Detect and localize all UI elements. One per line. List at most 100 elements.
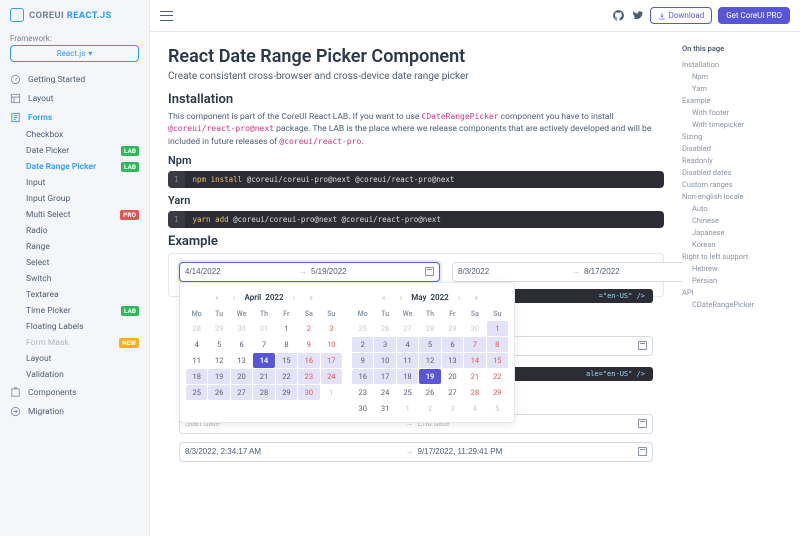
toc-link[interactable]: Installation xyxy=(682,58,792,70)
prev-year-button[interactable]: « xyxy=(210,291,223,304)
calendar-day[interactable]: 21 xyxy=(253,369,274,384)
sidebar-item-multi-select[interactable]: Multi SelectPRO xyxy=(26,207,149,223)
end-datetime-input[interactable] xyxy=(418,447,635,456)
sidebar-item-getting-started[interactable]: Getting Started xyxy=(0,70,149,89)
sidebar-item-validation[interactable]: Validation xyxy=(26,367,149,383)
next-year-button[interactable]: » xyxy=(470,291,483,304)
calendar-day[interactable]: 27 xyxy=(231,385,252,400)
calendar-day[interactable]: 30 xyxy=(298,385,319,400)
calendar-day[interactable]: 28 xyxy=(464,385,485,400)
calendar-day[interactable]: 5 xyxy=(419,337,440,352)
calendar-day[interactable]: 29 xyxy=(487,385,508,400)
calendar-day[interactable]: 29 xyxy=(442,321,463,336)
calendar-day[interactable]: 1 xyxy=(487,321,508,336)
toc-link[interactable]: API xyxy=(682,286,792,298)
calendar-day[interactable]: 22 xyxy=(276,369,297,384)
prev-month-button[interactable]: ‹ xyxy=(394,291,407,304)
calendar-day[interactable]: 26 xyxy=(208,385,229,400)
calendar-day[interactable]: 8 xyxy=(276,337,297,352)
calendar-day[interactable]: 12 xyxy=(208,353,229,368)
download-button[interactable]: Download xyxy=(650,7,713,24)
calendar-day[interactable]: 9 xyxy=(298,337,319,352)
calendar-day[interactable]: 4 xyxy=(464,401,485,416)
calendar-day[interactable]: 30 xyxy=(231,321,252,336)
calendar-day[interactable]: 26 xyxy=(374,321,395,336)
toc-link[interactable]: Npm xyxy=(682,70,792,82)
prev-month-button[interactable]: ‹ xyxy=(227,291,240,304)
sidebar-item-input[interactable]: Input xyxy=(26,175,149,191)
toc-link[interactable]: Non-english locale xyxy=(682,190,792,202)
calendar-day[interactable]: 24 xyxy=(321,369,342,384)
calendar-day[interactable]: 27 xyxy=(442,385,463,400)
year-label[interactable]: 2022 xyxy=(430,293,448,302)
calendar-day[interactable]: 14 xyxy=(464,353,485,368)
toc-link[interactable]: Yarn xyxy=(682,82,792,94)
sidebar-item-range[interactable]: Range xyxy=(26,239,149,255)
calendar-icon[interactable] xyxy=(425,267,434,276)
calendar-day[interactable]: 7 xyxy=(253,337,274,352)
calendar-day[interactable]: 31 xyxy=(253,321,274,336)
calendar-day[interactable]: 26 xyxy=(419,385,440,400)
toc-link[interactable]: Auto xyxy=(682,202,792,214)
calendar-day[interactable]: 31 xyxy=(374,401,395,416)
calendar-day[interactable]: 2 xyxy=(298,321,319,336)
toc-link[interactable]: CDateRangePicker xyxy=(682,298,792,310)
calendar-day[interactable]: 10 xyxy=(321,337,342,352)
calendar-day[interactable]: 6 xyxy=(442,337,463,352)
framework-select[interactable]: React.js ▾ xyxy=(10,45,139,62)
calendar-day[interactable]: 27 xyxy=(397,321,418,336)
calendar-day[interactable]: 15 xyxy=(487,353,508,368)
toc-link[interactable]: Persian xyxy=(682,274,792,286)
toc-link[interactable]: Korean xyxy=(682,238,792,250)
calendar-day[interactable]: 11 xyxy=(397,353,418,368)
start-date-input[interactable] xyxy=(458,267,568,276)
calendar-day[interactable]: 29 xyxy=(208,321,229,336)
end-date-input[interactable] xyxy=(584,267,682,276)
calendar-day[interactable]: 2 xyxy=(419,401,440,416)
calendar-day[interactable]: 20 xyxy=(231,369,252,384)
calendar-day[interactable]: 4 xyxy=(397,337,418,352)
calendar-day[interactable]: 18 xyxy=(186,369,207,384)
calendar-day[interactable]: 23 xyxy=(352,385,373,400)
month-label[interactable]: May xyxy=(411,293,426,302)
calendar-day[interactable]: 30 xyxy=(464,321,485,336)
next-year-button[interactable]: » xyxy=(305,291,318,304)
calendar-day[interactable]: 28 xyxy=(186,321,207,336)
sidebar-item-form-mask[interactable]: Form MaskNEW xyxy=(26,335,149,351)
calendar-day[interactable]: 24 xyxy=(374,385,395,400)
logo[interactable]: COREUI REACT.JS xyxy=(0,0,149,30)
calendar-day[interactable]: 5 xyxy=(487,401,508,416)
prev-year-button[interactable]: « xyxy=(377,291,390,304)
calendar-day[interactable]: 17 xyxy=(374,369,395,384)
sidebar-item-date-picker[interactable]: Date PickerLAB xyxy=(26,143,149,159)
toc-link[interactable]: Custom ranges xyxy=(682,178,792,190)
toc-link[interactable]: Disabled dates xyxy=(682,166,792,178)
calendar-day[interactable]: 19 xyxy=(419,369,440,384)
yarn-code-block[interactable]: 1 yarn add @coreui/coreui-pro@next @core… xyxy=(168,211,664,228)
calendar-day[interactable]: 1 xyxy=(276,321,297,336)
calendar-day[interactable]: 9 xyxy=(352,353,373,368)
calendar-day[interactable]: 17 xyxy=(321,353,342,368)
sidebar-item-time-picker[interactable]: Time PickerLAB xyxy=(26,303,149,319)
menu-toggle-button[interactable] xyxy=(160,11,173,21)
toc-link[interactable]: Sizing xyxy=(682,130,792,142)
calendar-day[interactable]: 13 xyxy=(231,353,252,368)
toc-link[interactable]: Hebrew xyxy=(682,262,792,274)
calendar-day[interactable]: 21 xyxy=(464,369,485,384)
toc-link[interactable]: Disabled xyxy=(682,142,792,154)
sidebar-item-layout[interactable]: Layout xyxy=(26,351,149,367)
calendar-day[interactable]: 15 xyxy=(276,353,297,368)
calendar-day[interactable]: 11 xyxy=(186,353,207,368)
calendar-day[interactable]: 3 xyxy=(374,337,395,352)
calendar-day[interactable]: 8 xyxy=(487,337,508,352)
sidebar-item-migration[interactable]: Migration xyxy=(0,402,149,421)
calendar-day[interactable]: 25 xyxy=(397,385,418,400)
next-month-button[interactable]: › xyxy=(453,291,466,304)
calendar-day[interactable]: 12 xyxy=(419,353,440,368)
calendar-day[interactable]: 19 xyxy=(208,369,229,384)
date-range-input-1[interactable]: → xyxy=(179,262,440,282)
date-range-time[interactable]: → xyxy=(179,442,653,462)
calendar-day[interactable]: 16 xyxy=(352,369,373,384)
year-label[interactable]: 2022 xyxy=(265,293,283,302)
month-label[interactable]: April xyxy=(244,293,261,302)
